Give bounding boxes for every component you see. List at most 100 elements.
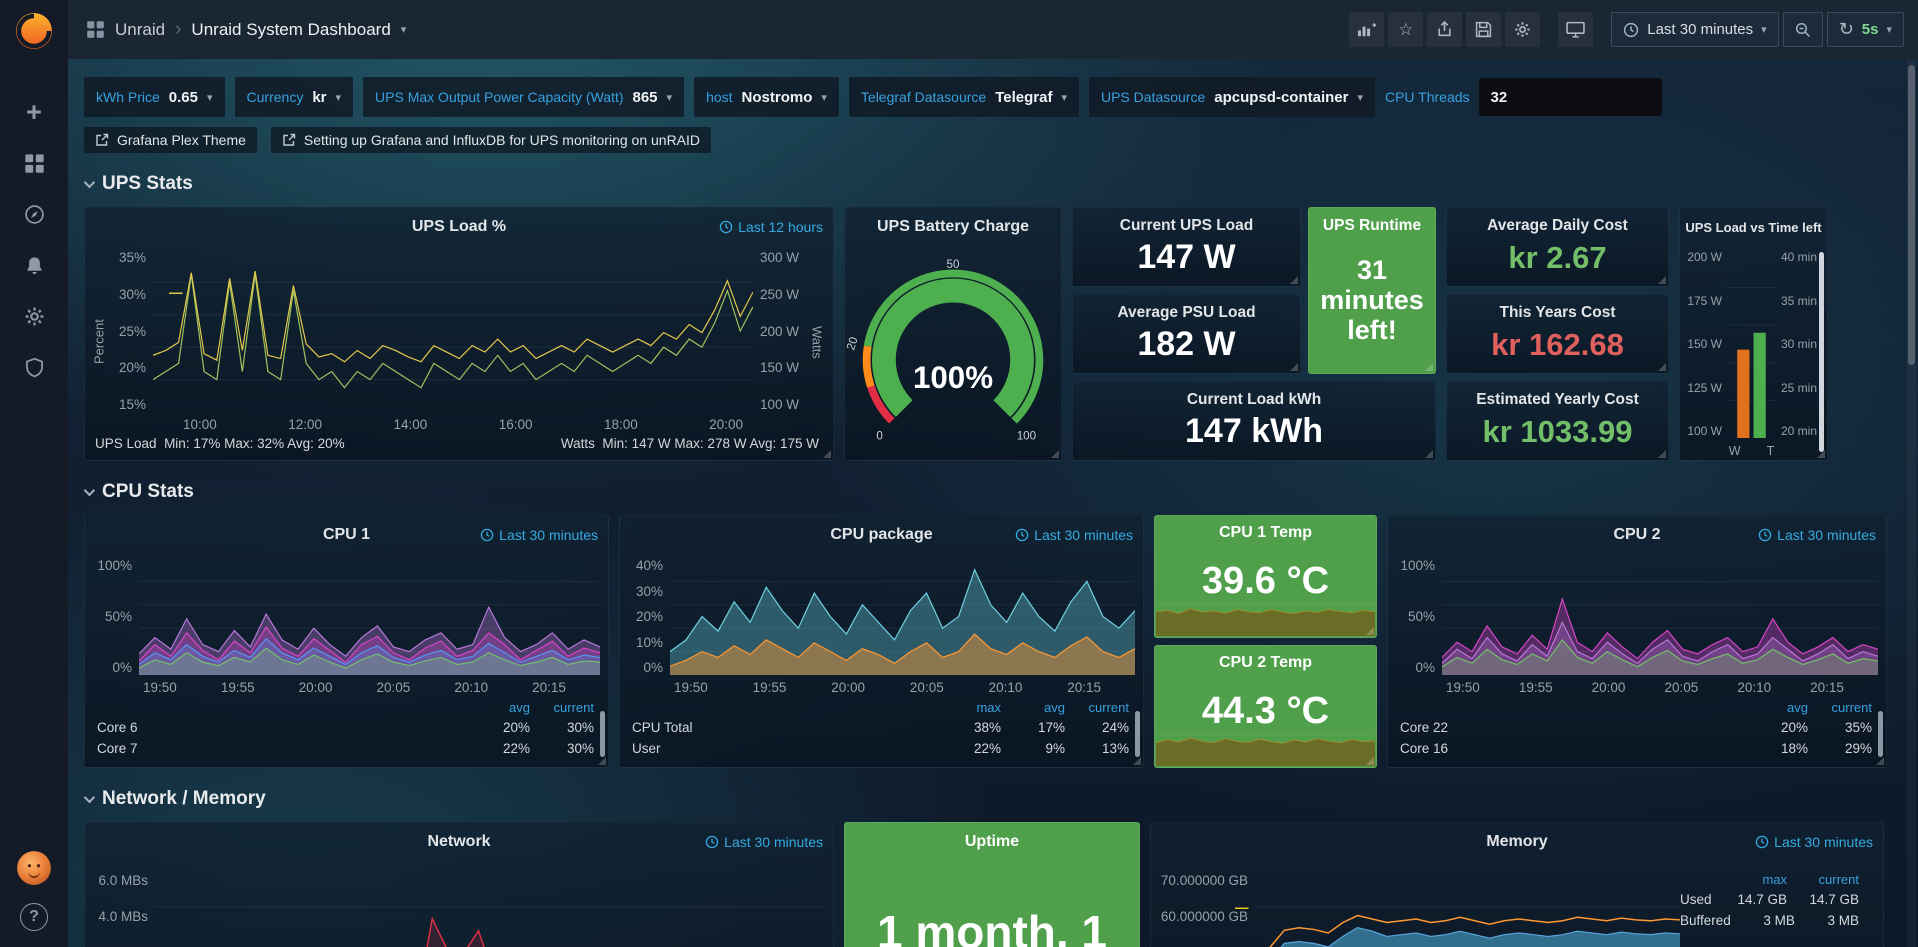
- panel-cpu1-temp: CPU 1 Temp 39.6 °C: [1154, 515, 1377, 638]
- link-grafana-plex-theme[interactable]: Grafana Plex Theme: [84, 127, 257, 153]
- share-dashboard-button[interactable]: [1427, 12, 1462, 47]
- panel-title[interactable]: CPU 2 Temp: [1219, 654, 1312, 672]
- panel-title[interactable]: UPS Load vs Time left: [1685, 220, 1821, 235]
- panel-title[interactable]: Average Daily Cost: [1487, 217, 1628, 235]
- section-cpu-stats[interactable]: CPU Stats: [84, 481, 1902, 503]
- cpu-threads-input[interactable]: [1479, 78, 1662, 116]
- battery-gauge[interactable]: 0 20 50 100 100%: [845, 250, 1061, 448]
- alerting-icon[interactable]: [22, 253, 46, 277]
- cpu-package-chart[interactable]: [670, 558, 1135, 675]
- dashboards-icon[interactable]: [22, 151, 46, 175]
- panel-title[interactable]: Estimated Yearly Cost: [1476, 391, 1639, 409]
- legend-item[interactable]: —Core 6 20%30%: [97, 717, 594, 738]
- stat-value: 182 W: [1137, 322, 1235, 373]
- stat-value: 31 minutes left!: [1309, 235, 1435, 373]
- refresh-button[interactable]: ↻ 5s ▾: [1827, 12, 1904, 47]
- refresh-caret-icon[interactable]: ▾: [1886, 23, 1892, 36]
- panel-title[interactable]: Network: [427, 833, 490, 851]
- ups-load-vs-time-chart[interactable]: [1726, 250, 1777, 438]
- page-scrollbar[interactable]: [1907, 59, 1916, 947]
- y-axis-left: 35%30%25%20%15%: [107, 250, 153, 434]
- zoom-out-button[interactable]: [1783, 12, 1823, 47]
- legend: —UPS Load Min: 17% Max: 32% Avg: 20% —Wa…: [85, 434, 833, 460]
- stat-value: kr 162.68: [1491, 322, 1624, 373]
- legend-swatch: —: [688, 756, 1137, 774]
- explore-icon[interactable]: [22, 202, 46, 226]
- legend-swatch: —: [153, 756, 602, 774]
- link-ups-monitoring-guide[interactable]: Setting up Grafana and InfluxDB for UPS …: [271, 127, 711, 153]
- breadcrumb-dashboard-title[interactable]: Unraid System Dashboard: [191, 20, 390, 40]
- panel-time-range[interactable]: Last 30 minutes: [1015, 527, 1133, 543]
- legend-scrollbar[interactable]: [1135, 711, 1140, 757]
- panel-time-range[interactable]: Last 30 minutes: [705, 834, 823, 850]
- panel-title[interactable]: UPS Load %: [412, 218, 506, 236]
- cpu2-chart[interactable]: [1442, 558, 1878, 675]
- gear-icon: [1513, 21, 1532, 38]
- section-network-memory[interactable]: Network / Memory: [84, 788, 1902, 810]
- svg-text:20: 20: [845, 335, 861, 352]
- legend-item[interactable]: —Watts Min: 147 W Max: 278 W Avg: 175 W: [561, 436, 819, 451]
- panel-title[interactable]: This Years Cost: [1499, 304, 1615, 322]
- variable-ups-max-output[interactable]: UPS Max Output Power Capacity (Watt) 865…: [363, 77, 684, 117]
- cpu-temp-column: CPU 1 Temp 39.6 °C CPU 2 Temp 44.3 °C: [1154, 515, 1377, 768]
- panel-title[interactable]: Current Load kWh: [1187, 391, 1321, 409]
- panel-title[interactable]: Average PSU Load: [1117, 304, 1255, 322]
- breadcrumb-org[interactable]: Unraid: [115, 20, 165, 40]
- refresh-interval-label[interactable]: 5s: [1862, 21, 1879, 38]
- caret-down-icon: ▾: [336, 91, 342, 104]
- variable-kwh-price[interactable]: kWh Price 0.65 ▾: [84, 77, 225, 117]
- mark-favorite-button[interactable]: ☆: [1388, 12, 1423, 47]
- scrollbar-thumb[interactable]: [1908, 65, 1915, 365]
- network-chart[interactable]: [155, 865, 825, 947]
- panel-title[interactable]: CPU 1: [323, 526, 370, 544]
- variable-currency[interactable]: Currency kr ▾: [235, 77, 354, 117]
- legend-item[interactable]: —Core 22 20%35%: [1400, 717, 1872, 738]
- panel-title[interactable]: CPU 2: [1613, 526, 1660, 544]
- legend: maxcurrent —Used 14.7 GB14.7 GB —Buffere…: [1680, 865, 1875, 947]
- variable-ups-datasource[interactable]: UPS Datasource apcupsd-container ▾: [1089, 77, 1375, 117]
- legend-scrollbar[interactable]: [1878, 711, 1883, 757]
- help-icon[interactable]: ?: [20, 903, 48, 931]
- section-ups-stats[interactable]: UPS Stats: [84, 173, 1902, 195]
- panel-average-psu-load: Average PSU Load 182 W: [1072, 294, 1301, 374]
- panel-time-range[interactable]: Last 30 minutes: [1758, 527, 1876, 543]
- panel-title[interactable]: Memory: [1486, 833, 1547, 851]
- cpu1-chart[interactable]: [139, 558, 600, 675]
- user-avatar[interactable]: [17, 851, 51, 885]
- time-range-picker[interactable]: Last 30 minutes ▾: [1611, 12, 1778, 47]
- panel-title[interactable]: UPS Runtime: [1323, 217, 1421, 235]
- legend-item[interactable]: —Buffered 3 MB3 MB: [1680, 910, 1859, 931]
- chevron-down-icon: [84, 177, 95, 188]
- legend-scrollbar[interactable]: [600, 711, 605, 757]
- variable-telegraf-datasource[interactable]: Telegraf Datasource Telegraf ▾: [849, 77, 1079, 117]
- grafana-logo[interactable]: [11, 8, 57, 54]
- add-panel-button[interactable]: [1349, 12, 1384, 47]
- legend-item[interactable]: —CPU Total 38%17%24%: [632, 717, 1129, 738]
- cycle-view-button[interactable]: [1558, 12, 1593, 47]
- panel-time-range[interactable]: Last 30 minutes: [480, 527, 598, 543]
- panel-title[interactable]: UPS Battery Charge: [877, 218, 1029, 236]
- dashboard-caret-icon[interactable]: ▾: [401, 23, 407, 36]
- legend-item[interactable]: —Core 16 18%29%: [1400, 738, 1872, 759]
- panel-title[interactable]: Uptime: [965, 833, 1019, 851]
- gauge-value: 100%: [913, 360, 993, 395]
- dashboard-settings-button[interactable]: [1505, 12, 1540, 47]
- panel-cpu2-temp: CPU 2 Temp 44.3 °C: [1154, 645, 1377, 768]
- variable-host[interactable]: host Nostromo ▾: [694, 77, 839, 117]
- panel-time-range[interactable]: Last 30 minutes: [1755, 834, 1873, 850]
- panel-time-range[interactable]: Last 12 hours: [719, 219, 823, 235]
- caret-down-icon: ▾: [207, 91, 213, 104]
- save-dashboard-button[interactable]: [1466, 12, 1501, 47]
- server-admin-icon[interactable]: [22, 355, 46, 379]
- legend-item[interactable]: —User 22%9%13%: [632, 738, 1129, 759]
- configuration-icon[interactable]: [22, 304, 46, 328]
- x-axis: 19:5019:5520:0020:0520:1020:15: [139, 675, 600, 697]
- panel-title[interactable]: CPU package: [830, 526, 932, 544]
- chart-add-icon: [1357, 21, 1376, 38]
- legend-item[interactable]: —Core 7 22%30%: [97, 738, 594, 759]
- create-icon[interactable]: +: [22, 100, 46, 124]
- dashboard-links: Grafana Plex Theme Setting up Grafana an…: [84, 126, 1902, 153]
- panel-title[interactable]: Current UPS Load: [1120, 217, 1253, 235]
- panel-scrollbar[interactable]: [1819, 252, 1824, 452]
- panel-title[interactable]: CPU 1 Temp: [1219, 524, 1312, 542]
